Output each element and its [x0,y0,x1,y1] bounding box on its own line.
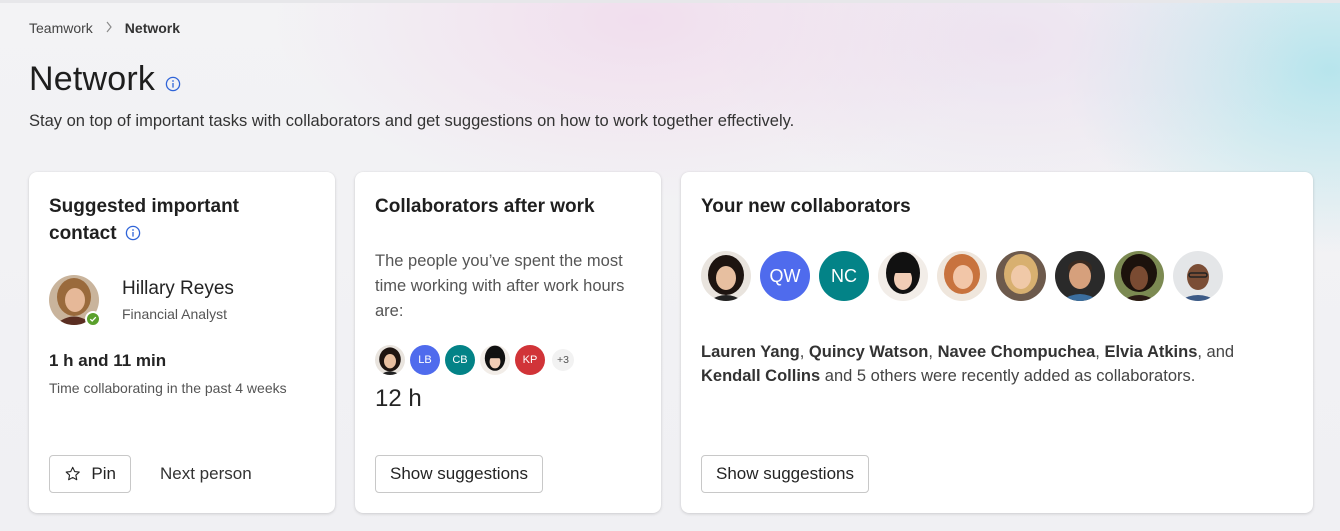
after-work-card: Collaborators after work The people you’… [355,172,661,513]
breadcrumb: Teamwork Network [29,20,180,36]
collab-caption: Time collaborating in the past 4 weeks [49,380,287,396]
page-subtitle: Stay on top of important tasks with coll… [29,112,795,130]
next-person-button[interactable]: Next person [160,464,252,484]
avatar-initials[interactable]: QW [760,251,810,301]
avatar[interactable] [878,251,928,301]
avatar[interactable] [480,345,510,375]
show-suggestions-button[interactable]: Show suggestions [375,455,543,493]
collab-time: 1 h and 11 min [49,351,167,370]
star-icon [65,466,80,481]
title-row: Network [29,60,181,99]
contact-role: Financial Analyst [122,306,228,322]
pin-button[interactable]: Pin [49,455,131,493]
more-count-badge[interactable]: +3 [552,349,574,371]
pin-button-label: Pin [91,464,116,483]
presence-available-icon [85,311,101,327]
avatar-initials[interactable]: KP [515,345,545,375]
suggested-contact-title-text: Suggested important contact [49,196,240,244]
avatar[interactable] [1055,251,1105,301]
separator: , [928,343,938,361]
suggested-contact-title: Suggested important contact [49,193,289,247]
avatar[interactable] [1173,251,1223,301]
avatar[interactable] [996,251,1046,301]
avatar[interactable] [49,275,101,327]
suggested-contact-card: Suggested important contact Hillary Reye… [29,172,335,513]
chevron-right-icon [105,21,113,36]
collaborator-name[interactable]: Kendall Collins [701,367,820,385]
avatar-initials[interactable]: CB [445,345,475,375]
collaborator-name[interactable]: Elvia Atkins [1104,343,1197,361]
new-collaborators-title: Your new collaborators [701,196,911,217]
top-edge [0,0,1340,3]
avatar-initials[interactable]: LB [410,345,440,375]
info-icon[interactable] [125,225,141,241]
collaborator-name[interactable]: Lauren Yang [701,343,800,361]
collaborator-name[interactable]: Quincy Watson [809,343,928,361]
info-icon[interactable] [165,76,181,92]
page-title: Network [29,60,156,98]
new-collaborators-avatars: QW NC [701,251,1232,301]
avatar-initials[interactable]: NC [819,251,869,301]
show-suggestions-button[interactable]: Show suggestions [701,455,869,493]
after-work-title: Collaborators after work [375,196,595,217]
separator: , and [1197,343,1235,361]
breadcrumb-network: Network [124,20,181,36]
contact-name[interactable]: Hillary Reyes [122,278,234,300]
avatar[interactable] [937,251,987,301]
after-work-avatars: LB CB KP +3 [375,345,574,375]
avatar[interactable] [1114,251,1164,301]
summary-tail: and 5 others were recently added as coll… [820,367,1196,385]
new-collaborators-card: Your new collaborators QW NC Lauren Yang… [681,172,1313,513]
avatar[interactable] [701,251,751,301]
after-work-hours: 12 h [375,385,422,412]
after-work-description: The people you’ve spent the most time wo… [375,252,625,320]
avatar[interactable] [375,345,405,375]
new-collaborators-summary: Lauren Yang, Quincy Watson, Navee Chompu… [701,340,1291,388]
contact-person[interactable]: Hillary Reyes Financial Analyst [49,275,234,327]
collaborator-name[interactable]: Navee Chompuchea [938,343,1096,361]
separator: , [799,343,809,361]
breadcrumb-teamwork[interactable]: Teamwork [29,20,93,36]
